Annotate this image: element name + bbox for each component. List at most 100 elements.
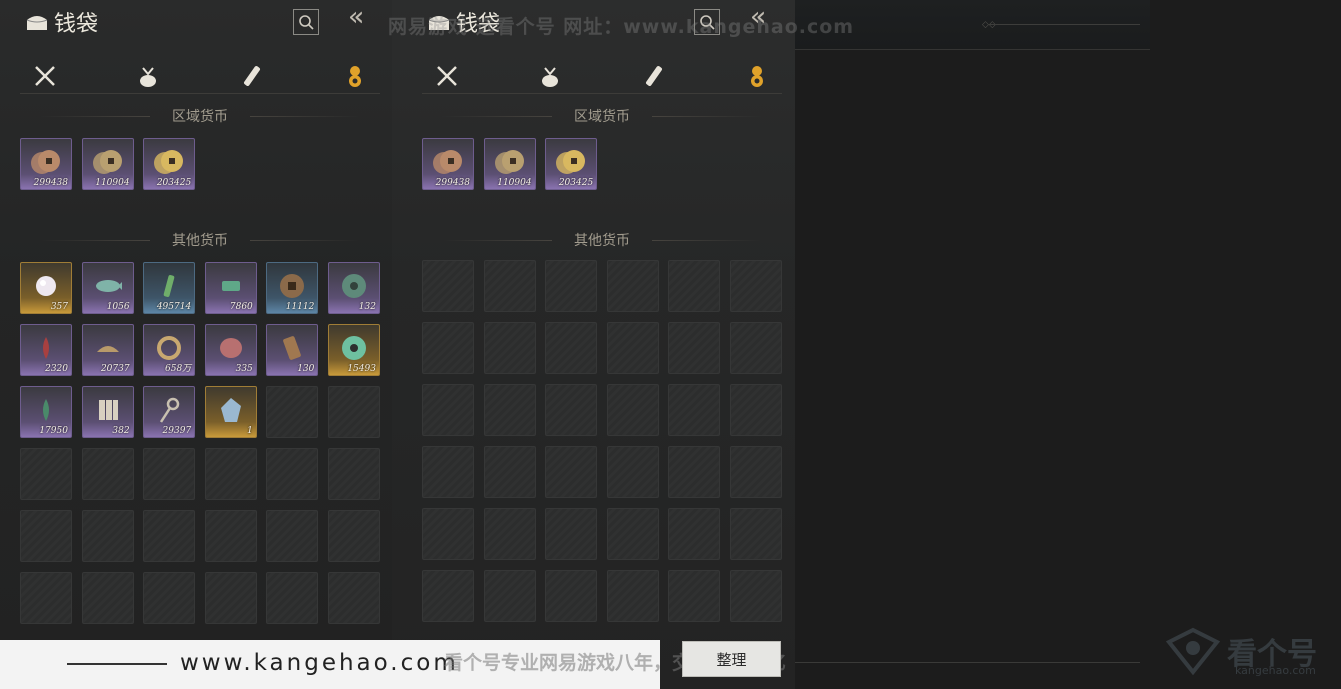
jade-disc-icon bbox=[341, 335, 366, 360]
currency-slot[interactable]: 382 bbox=[81, 386, 134, 438]
empty-slot bbox=[327, 572, 380, 624]
regional-currency-grid: 299438 110904 203425 bbox=[20, 138, 380, 190]
currency-count: 2320 bbox=[45, 364, 68, 374]
currency-count: 299438 bbox=[435, 178, 470, 188]
empty-slot bbox=[729, 508, 782, 560]
empty-slot bbox=[606, 260, 659, 312]
empty-slot bbox=[81, 572, 134, 624]
coin-string-icon bbox=[157, 335, 182, 360]
coin-bag-icon bbox=[750, 65, 763, 87]
logo-watermark: 看个号 kangehao.com bbox=[1165, 626, 1317, 677]
currency-slot[interactable]: 2320 bbox=[20, 324, 72, 376]
talisman-icon bbox=[98, 399, 118, 420]
empty-slot bbox=[545, 570, 598, 622]
currency-slot[interactable]: 130 bbox=[266, 324, 319, 376]
coin-bag-icon bbox=[348, 65, 361, 87]
currency-slot[interactable]: 495714 bbox=[143, 262, 196, 314]
currency-count: 1056 bbox=[106, 302, 130, 312]
regional-coin-icon bbox=[92, 149, 122, 174]
empty-slot bbox=[483, 446, 536, 498]
empty-slot bbox=[483, 322, 536, 374]
currency-slot[interactable]: 299438 bbox=[422, 138, 474, 190]
empty-slot bbox=[729, 446, 782, 498]
currency-slot[interactable]: 110904 bbox=[81, 138, 134, 190]
empty-slot bbox=[204, 448, 257, 500]
currency-slot[interactable]: 357 bbox=[20, 262, 72, 314]
currency-count: 20737 bbox=[100, 364, 130, 374]
jade-stone-icon bbox=[220, 397, 241, 422]
empty-slot bbox=[422, 446, 474, 498]
empty-slot bbox=[327, 510, 380, 562]
empty-slot bbox=[483, 570, 536, 622]
regional-coin-icon bbox=[433, 149, 462, 174]
currency-slot[interactable]: 11112 bbox=[266, 262, 319, 314]
green-feather-icon bbox=[43, 398, 49, 421]
currency-count: 1 bbox=[247, 426, 253, 436]
empty-slot bbox=[20, 448, 72, 500]
currency-slot[interactable]: 15493 bbox=[327, 324, 380, 376]
currency-count: 110904 bbox=[95, 178, 130, 188]
currency-slot[interactable]: 7860 bbox=[204, 262, 257, 314]
empty-slot bbox=[606, 322, 659, 374]
tab-weapons[interactable] bbox=[432, 61, 462, 91]
stone-icon bbox=[219, 337, 242, 358]
ingot-icon bbox=[96, 345, 119, 352]
copper-coin-icon bbox=[280, 273, 305, 298]
empty-currency-grid bbox=[422, 260, 782, 622]
currency-slot[interactable]: 20737 bbox=[81, 324, 134, 376]
tab-pouch[interactable] bbox=[535, 61, 565, 91]
tab-currency[interactable] bbox=[742, 61, 772, 91]
tab-currency[interactable] bbox=[340, 61, 370, 91]
empty-slot bbox=[81, 448, 134, 500]
red-feather-icon bbox=[43, 336, 49, 359]
regional-coin-icon bbox=[154, 149, 184, 174]
empty-slot bbox=[422, 260, 474, 312]
currency-slot[interactable]: 299438 bbox=[20, 138, 72, 190]
tab-scroll[interactable] bbox=[237, 61, 267, 91]
panel-title: 钱袋 bbox=[24, 6, 98, 38]
eye-shield-icon bbox=[1165, 627, 1221, 676]
tab-bar bbox=[20, 58, 380, 94]
empty-slot bbox=[266, 386, 319, 438]
currency-slot[interactable]: 203425 bbox=[545, 138, 598, 190]
empty-slot bbox=[545, 260, 598, 312]
empty-slot bbox=[143, 448, 196, 500]
jade-bar-icon bbox=[221, 280, 240, 291]
currency-slot[interactable]: 203425 bbox=[143, 138, 196, 190]
empty-slot bbox=[143, 572, 196, 624]
jade-coin-icon bbox=[341, 273, 366, 298]
currency-slot[interactable]: 1056 bbox=[81, 262, 134, 314]
currency-slot[interactable]: 1 bbox=[204, 386, 257, 438]
other-currency-grid: 357 1056 495714 7860 11112 132 2320 20737 658万 33… bbox=[20, 262, 380, 624]
currency-count: 7860 bbox=[229, 302, 253, 312]
empty-slot bbox=[668, 446, 721, 498]
empty-slot bbox=[606, 446, 659, 498]
currency-count: 203425 bbox=[156, 178, 192, 188]
currency-panel-right: 钱袋 «‹ 区域货币 299438 110904 203425 其他货币 bbox=[392, 0, 795, 689]
empty-slot bbox=[143, 510, 196, 562]
empty-slot bbox=[327, 386, 380, 438]
currency-slot[interactable]: 110904 bbox=[483, 138, 536, 190]
logo-domain: kangehao.com bbox=[1235, 664, 1316, 677]
search-button[interactable] bbox=[293, 9, 319, 35]
tab-weapons[interactable] bbox=[30, 61, 60, 91]
section-title-other: 其他货币 bbox=[20, 230, 380, 250]
empty-slot bbox=[545, 446, 598, 498]
tab-pouch[interactable] bbox=[133, 61, 163, 91]
empty-slot bbox=[545, 508, 598, 560]
back-button[interactable]: «‹ bbox=[348, 2, 365, 32]
tab-scroll[interactable] bbox=[639, 61, 669, 91]
currency-slot[interactable]: 335 bbox=[204, 324, 257, 376]
empty-slot bbox=[483, 260, 536, 312]
currency-slot[interactable]: 658万 bbox=[143, 324, 196, 376]
sort-button[interactable]: 整理 bbox=[682, 641, 781, 677]
bamboo-tag-icon bbox=[283, 335, 302, 360]
jade-fish-icon bbox=[95, 279, 122, 292]
double-chevron-left-icon: «‹ bbox=[348, 2, 365, 32]
green-token-icon bbox=[163, 274, 175, 297]
currency-slot[interactable]: 17950 bbox=[20, 386, 72, 438]
currency-slot[interactable]: 132 bbox=[327, 262, 380, 314]
ornament-line bbox=[990, 24, 1140, 25]
currency-slot[interactable]: 29397 bbox=[143, 386, 196, 438]
empty-slot bbox=[606, 384, 659, 436]
